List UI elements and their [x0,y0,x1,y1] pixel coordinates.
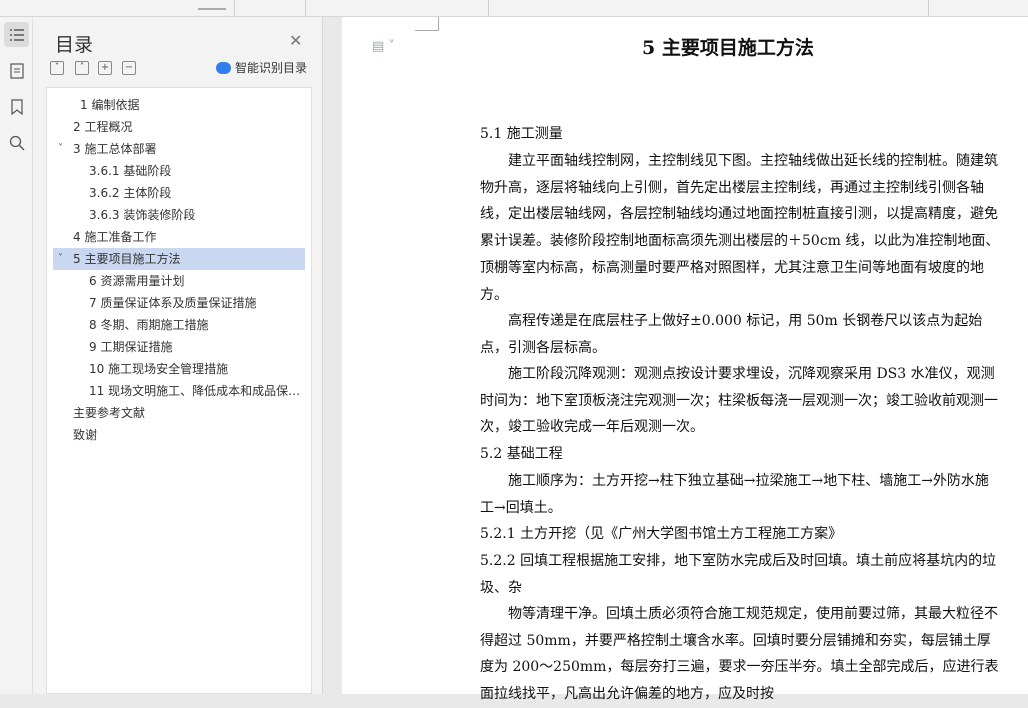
paragraph: 施工阶段沉降观测：观测点按设计要求埋设，沉降观察采用 DS3 水准仪，观测时间为… [480,366,998,436]
scrollbar-thumb[interactable] [198,8,226,10]
toc-item[interactable]: 7 质量保证体系及质量保证措施 [47,292,305,314]
document-page: ▤ ˅ 5 主要项目施工方法 5.1 施工测量 建立平面轴线控制网，主控制线见下… [342,17,1028,702]
toc-item[interactable]: 1 编制依据 [47,94,305,116]
toc-toggle-button[interactable] [4,22,29,47]
toc-panel: 目录 ✕ ˅ ˄ + − 智能识别目录 1 编制依据 2 工程概况 ˅ 3 施工总… [33,17,323,694]
section-heading: 5.2 基础工程 [480,446,563,462]
paragraph: 高程传递是在底层柱子上做好±0.000 标记，用 50m 长钢卷尺以该点为起始点… [480,313,983,356]
toc-item[interactable]: 4 施工准备工作 [47,226,305,248]
toc-item[interactable]: 3.6.1 基础阶段 [47,160,305,182]
chevron-down-icon[interactable]: ˅ [58,248,63,270]
toc-item[interactable]: 9 工期保证措施 [47,336,305,358]
toc-item[interactable]: 2 工程概况 [47,116,305,138]
toc-tree: 1 编制依据 2 工程概况 ˅ 3 施工总体部署 3.6.1 基础阶段 3.6.2… [46,87,312,694]
toc-item[interactable]: 8 冬期、雨期施工措施 [47,314,305,336]
search-icon [9,135,24,150]
bookmark-icon [10,98,23,115]
paragraph: 物等清理干净。回填土质必须符合施工规范规定，使用前要过筛，其最大粒径不得超过 5… [480,606,999,703]
add-icon[interactable]: + [98,61,112,75]
paragraph: 施工顺序为：土方开挖→柱下独立基础→拉梁施工→地下柱、墙施工→外防水施工→回填土… [480,473,989,516]
ai-icon [216,61,231,74]
paragraph: 5.2.2 回填工程根据施工安排，地下室防水完成后及时回填。填土前应将基坑内的垃… [480,553,997,596]
toc-item[interactable]: 3.6.2 主体阶段 [47,182,305,204]
subsection-heading: 5.2.1 土方开挖（见《广州大学图书馆土方工程施工方案》 [480,526,843,542]
section-heading: 5.1 施工测量 [480,126,563,142]
toc-item[interactable]: 11 现场文明施工、降低成本和成品保护措施 [47,380,305,402]
smart-toc-button[interactable]: 智能识别目录 [216,59,307,76]
smart-toc-label: 智能识别目录 [235,61,308,75]
close-icon[interactable]: ✕ [289,31,302,50]
document-menu-icon[interactable]: ▤ ˅ [372,39,395,54]
chapter-heading: 5 主要项目施工方法 [642,37,814,59]
list-icon [9,28,24,41]
find-button[interactable] [4,130,29,155]
pages-button[interactable] [4,58,29,83]
remove-icon[interactable]: − [122,61,136,75]
page-corner-mark [415,17,439,31]
paragraph: 建立平面轴线控制网，主控制线见下图。主控轴线做出延长线的控制桩。随建筑物升高，逐… [480,153,1000,303]
toc-item[interactable]: 3.6.3 装饰装修阶段 [47,204,305,226]
toc-item-selected[interactable]: ˅ 5 主要项目施工方法 [53,248,305,270]
collapse-all-icon[interactable]: ˅ [50,61,64,75]
side-icon-bar [0,17,33,694]
toc-item[interactable]: 6 资源需用量计划 [47,270,305,292]
bookmark-button[interactable] [4,94,29,119]
top-toolbar [0,0,1028,17]
toc-item[interactable]: ˅ 3 施工总体部署 [47,138,305,160]
page-icon [9,62,24,79]
toc-item[interactable]: 致谢 [47,424,305,446]
toc-item[interactable]: 10 施工现场安全管理措施 [47,358,305,380]
expand-all-icon[interactable]: ˄ [75,61,89,75]
toc-item[interactable]: 主要参考文献 [47,402,305,424]
chevron-down-icon[interactable]: ˅ [58,138,63,160]
toc-title: 目录 [55,34,94,56]
